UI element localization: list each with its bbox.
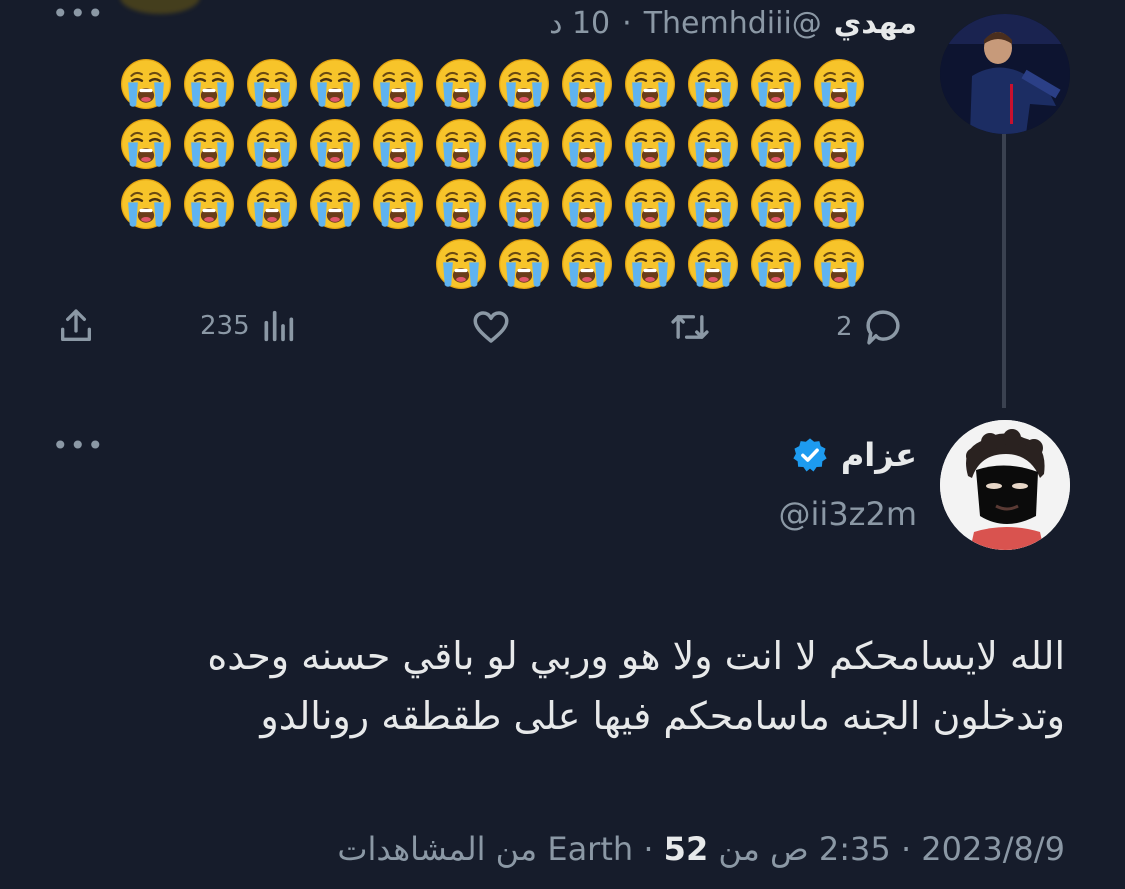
tweet-emoji-content	[70, 54, 870, 294]
loudly-crying-face-emoji	[618, 174, 681, 234]
loudly-crying-face-emoji	[681, 174, 744, 234]
loudly-crying-face-emoji	[618, 54, 681, 114]
loudly-crying-face-emoji	[681, 54, 744, 114]
tweet-time[interactable]: 10 د	[549, 6, 610, 41]
loudly-crying-face-emoji	[807, 114, 870, 174]
loudly-crying-face-emoji	[492, 234, 555, 294]
tweet-source: من Earth	[547, 830, 760, 868]
loudly-crying-face-emoji	[303, 54, 366, 114]
like-button[interactable]	[470, 306, 512, 348]
loudly-crying-face-emoji	[744, 114, 807, 174]
meta-separator: ·	[900, 830, 912, 868]
loudly-crying-face-emoji	[429, 54, 492, 114]
loudly-crying-face-emoji	[681, 234, 744, 294]
loudly-crying-face-emoji	[744, 54, 807, 114]
header-separator: ·	[622, 6, 632, 41]
author-handle[interactable]: @Themhdiii	[644, 6, 822, 41]
more-options-icon[interactable]: •••	[52, 0, 105, 28]
loudly-crying-face-emoji	[555, 114, 618, 174]
tweet-meta-row: 2023/8/9 · 2:35 ص من Earth · 52 من المشا…	[337, 830, 1065, 868]
loudly-crying-face-emoji	[366, 174, 429, 234]
views-count: 235	[200, 311, 250, 341]
retweet-icon	[671, 315, 709, 339]
reply-button[interactable]: 2	[836, 306, 905, 348]
reply-author-handle[interactable]: @ii3z2m	[779, 495, 917, 533]
loudly-crying-face-emoji	[240, 54, 303, 114]
loudly-crying-face-emoji	[240, 174, 303, 234]
tweet-time[interactable]: 2:35 ص	[770, 830, 891, 868]
loudly-crying-face-emoji	[618, 114, 681, 174]
share-icon	[61, 309, 92, 341]
loudly-crying-face-emoji	[807, 54, 870, 114]
loudly-crying-face-emoji	[807, 174, 870, 234]
heart-icon	[473, 311, 509, 343]
more-options-icon[interactable]: •••	[52, 432, 105, 460]
author-display-name[interactable]: مهدي	[834, 6, 917, 41]
tweet-body-text: الله لايسامحكم لا انت ولا هو وربي لو باق…	[25, 626, 1065, 746]
author-avatar[interactable]	[940, 14, 1070, 134]
tweet-text-line: وتدخلون الجنه ماسامحكم فيها على طقطقه رو…	[260, 694, 1065, 738]
loudly-crying-face-emoji	[429, 234, 492, 294]
thread-connector-line	[1002, 134, 1006, 408]
loudly-crying-face-emoji	[429, 114, 492, 174]
loudly-crying-face-emoji	[555, 234, 618, 294]
loudly-crying-face-emoji	[366, 54, 429, 114]
reply-tweet-header: عزام	[791, 436, 917, 474]
top-tweet-header: مهدي @Themhdiii · 10 د	[549, 6, 917, 41]
loudly-crying-face-emoji	[618, 234, 681, 294]
loudly-crying-face-emoji	[177, 54, 240, 114]
loudly-crying-face-emoji	[807, 234, 870, 294]
meta-separator: ·	[643, 830, 654, 868]
reply-author-display-name[interactable]: عزام	[841, 436, 917, 474]
views-count[interactable]: 52	[664, 830, 709, 868]
tweet-text-line: الله لايسامحكم لا انت ولا هو وربي لو باق…	[207, 634, 1065, 678]
views-button[interactable]: 235	[200, 306, 298, 346]
loudly-crying-face-emoji	[492, 114, 555, 174]
loudly-crying-face-emoji	[114, 174, 177, 234]
reply-bubble-icon	[865, 310, 900, 345]
avatar-photo	[940, 420, 1070, 550]
loudly-crying-face-emoji	[681, 114, 744, 174]
loudly-crying-face-emoji	[492, 54, 555, 114]
loudly-crying-face-emoji	[177, 174, 240, 234]
views-chart-icon	[264, 310, 293, 342]
loudly-crying-face-emoji	[555, 174, 618, 234]
share-button[interactable]	[56, 306, 96, 346]
verified-badge-icon	[793, 438, 827, 472]
loudly-crying-face-emoji	[744, 174, 807, 234]
loudly-crying-face-emoji	[555, 54, 618, 114]
loudly-crying-face-emoji	[177, 114, 240, 174]
reply-author-avatar[interactable]	[940, 420, 1070, 550]
tweet-date[interactable]: 2023/8/9	[921, 830, 1065, 868]
loudly-crying-face-emoji	[114, 114, 177, 174]
loudly-crying-face-emoji	[429, 174, 492, 234]
cropped-image-fragment	[120, 0, 200, 14]
loudly-crying-face-emoji	[303, 174, 366, 234]
views-label[interactable]: من المشاهدات	[337, 830, 537, 868]
retweet-button[interactable]	[668, 306, 712, 348]
loudly-crying-face-emoji	[240, 114, 303, 174]
loudly-crying-face-emoji	[303, 114, 366, 174]
reply-count: 2	[836, 312, 853, 342]
loudly-crying-face-emoji	[366, 114, 429, 174]
loudly-crying-face-emoji	[114, 54, 177, 114]
loudly-crying-face-emoji	[492, 174, 555, 234]
loudly-crying-face-emoji	[744, 234, 807, 294]
avatar-photo	[940, 14, 1070, 134]
